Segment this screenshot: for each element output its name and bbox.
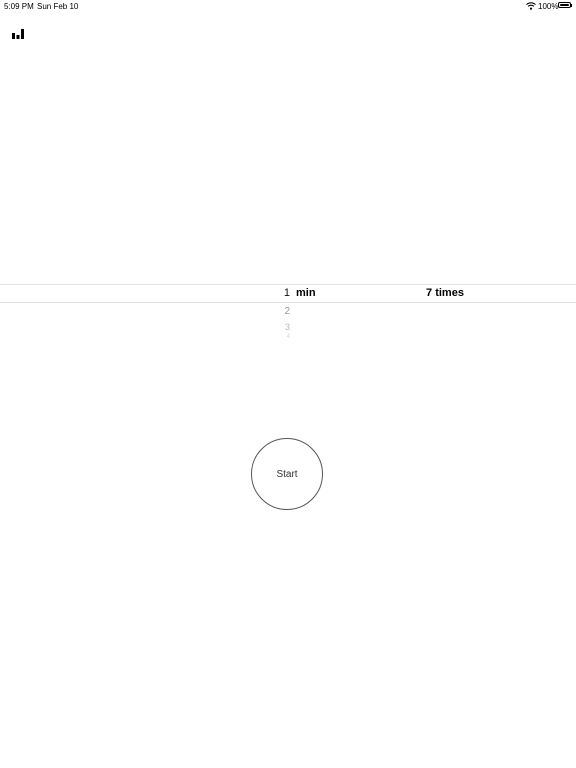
minutes-option[interactable]: 2: [268, 306, 290, 317]
status-time: 5:09 PM: [4, 2, 34, 11]
minutes-selected-value[interactable]: 1: [268, 287, 290, 299]
wifi-icon: [526, 2, 536, 10]
battery-level-fill: [560, 4, 569, 6]
battery-percent: 100%: [538, 2, 559, 11]
stats-button[interactable]: [8, 26, 28, 42]
start-button[interactable]: Start: [251, 438, 323, 510]
bar-chart-icon: [12, 29, 24, 39]
status-bar: 5:09 PM Sun Feb 10 100%: [0, 0, 576, 12]
repeat-selected-value[interactable]: 7 times: [400, 287, 490, 299]
minutes-unit-label: min: [296, 287, 316, 299]
battery-icon: [558, 2, 571, 8]
battery-tip: [571, 4, 572, 7]
minutes-option[interactable]: 3: [268, 322, 290, 332]
picker-selected-row: 1 min 7 times: [0, 287, 576, 301]
duration-repeat-picker[interactable]: 1 min 7 times 2 3 4: [0, 284, 576, 344]
minutes-option[interactable]: 4: [268, 334, 290, 340]
status-date: Sun Feb 10: [37, 2, 79, 11]
start-button-label: Start: [276, 468, 298, 480]
